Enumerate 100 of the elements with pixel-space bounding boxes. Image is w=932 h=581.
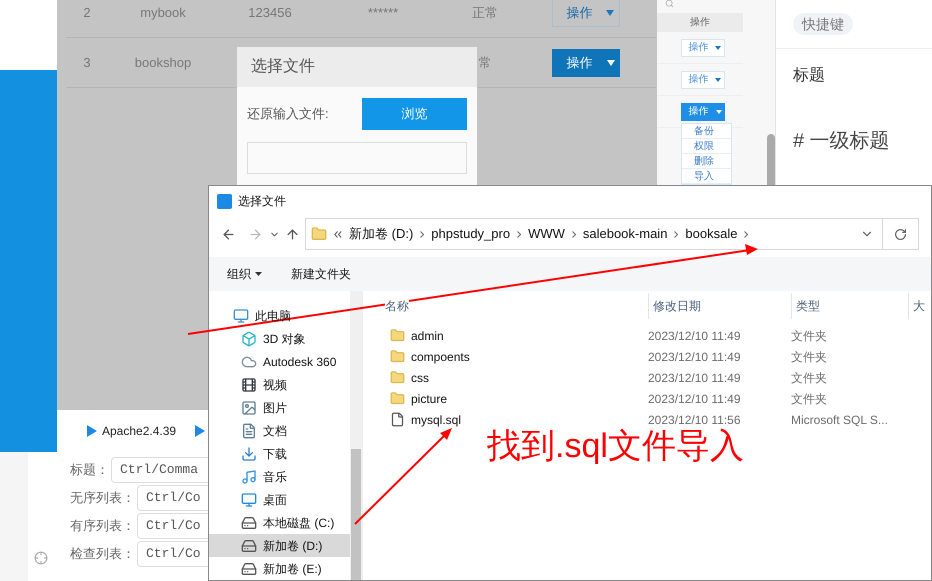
chevron-icon[interactable] [674, 230, 678, 238]
modified-date: 2023/12/10 11:49 [648, 348, 742, 366]
drive-icon [241, 514, 257, 531]
action-button[interactable]: 操作 [681, 70, 725, 88]
table-cell-text: 2 [82, 4, 92, 22]
breadcrumb[interactable]: booksale [685, 224, 738, 244]
drive-icon [241, 560, 257, 577]
cube-icon [241, 331, 257, 348]
caret-icon [607, 60, 615, 66]
nav-item[interactable]: 本地磁盘 (C:) [209, 511, 362, 534]
play-icon [195, 425, 206, 437]
folder-icon [390, 391, 405, 406]
file-type: Microsoft SQL S... [791, 412, 888, 428]
column-header[interactable]: 名称 [363, 293, 648, 319]
menu-item[interactable]: 备份 [682, 124, 731, 139]
nav-item[interactable]: 音乐 [209, 465, 362, 488]
file-type: 文件夹 [791, 390, 827, 408]
file-type: 文件夹 [791, 328, 827, 344]
caret-icon [606, 10, 614, 16]
refresh-icon [894, 228, 907, 240]
table-cell-text: 123456 [247, 4, 293, 22]
chevron-icon[interactable] [744, 230, 748, 238]
nav-item[interactable]: 新加卷 (E:) [209, 557, 362, 580]
organize-menu[interactable]: 组织 [227, 265, 262, 283]
action-button[interactable]: 操作 [681, 38, 725, 56]
back-icon[interactable] [221, 226, 236, 242]
image-icon [241, 400, 257, 416]
folder-icon [390, 349, 405, 364]
menu-item[interactable]: 导入 [682, 169, 731, 184]
folder-icon [311, 226, 327, 242]
column-header[interactable]: 修改日期 [648, 293, 791, 319]
chevron-icon[interactable] [572, 230, 576, 238]
nav-item[interactable]: Autodesk 360 [209, 350, 362, 374]
desktop-icon [241, 492, 257, 508]
caret-icon [716, 110, 722, 114]
file-type: 文件夹 [791, 348, 827, 366]
play-icon [87, 425, 97, 437]
dialog-title: 选择文件 [238, 193, 286, 210]
field-label: 还原输入文件: [247, 105, 330, 124]
nav-item[interactable]: 3D 对象 [209, 328, 362, 351]
nav-item[interactable]: 下载 [209, 442, 362, 466]
file-row[interactable]: picture 2023/12/10 11:49 文件夹 [363, 388, 931, 409]
download-icon [241, 446, 257, 462]
input-field[interactable] [247, 142, 467, 174]
shortcut-badge[interactable]: 快捷键 [793, 13, 853, 35]
heading-example: # 一级标题 [792, 129, 891, 154]
file-row[interactable]: compoents 2023/12/10 11:49 文件夹 [363, 346, 931, 367]
file-row[interactable]: mysql.sql 2023/12/10 11:56 Microsoft SQL S... [363, 409, 931, 430]
drive-icon [241, 538, 257, 554]
folder-icon [390, 370, 405, 385]
cloud-icon [241, 354, 257, 370]
action-button[interactable]: 操作 [552, 48, 620, 76]
menu-item[interactable]: 删除 [682, 154, 731, 169]
column-header[interactable]: 类型 [791, 293, 908, 319]
refresh-button[interactable] [883, 218, 919, 250]
nav-item[interactable]: 图片 [209, 396, 362, 420]
table-cell-text: mybook [139, 4, 187, 22]
caret-icon [715, 78, 721, 82]
film-icon [241, 377, 257, 394]
file-type: 文件夹 [791, 370, 827, 386]
breadcrumb[interactable]: salebook-main [582, 224, 668, 244]
file-row[interactable]: admin 2023/12/10 11:49 文件夹 [363, 325, 931, 346]
table-cell-text: 3 [82, 54, 92, 72]
address-bar[interactable]: 新加卷 (D:) phpstudy_pro WWW salebook-main booksale [305, 218, 883, 250]
file-name: compoents [411, 348, 470, 366]
doc-icon [241, 423, 257, 440]
column-header: 操作 [657, 13, 743, 32]
file-row[interactable]: css 2023/12/10 11:49 文件夹 [363, 367, 931, 388]
file-icon [390, 412, 405, 427]
file-name: css [411, 370, 429, 386]
nav-item[interactable]: 桌面 [209, 488, 362, 512]
menu-item[interactable]: 权限 [682, 139, 731, 154]
column-header[interactable]: 大 [908, 293, 931, 319]
shortcut-label: 检查列表： [70, 545, 135, 564]
search-icon [665, 0, 674, 8]
breadcrumb[interactable]: 新加卷 (D:) [349, 224, 414, 244]
table-cell-text: bookshop [134, 54, 192, 72]
modified-date: 2023/12/10 11:49 [648, 390, 742, 408]
sidebar-logo-area [0, 0, 57, 70]
pc-icon [233, 308, 249, 324]
modified-date: 2023/12/10 11:49 [648, 328, 742, 344]
nav-item[interactable]: 视频 [209, 374, 362, 397]
file-name: mysql.sql [411, 412, 462, 428]
folder-icon [390, 328, 405, 343]
server-item[interactable]: Apache2.4.39 [102, 422, 176, 440]
breadcrumb[interactable]: WWW [528, 224, 565, 244]
caret-icon [715, 46, 721, 50]
up-icon[interactable] [285, 226, 300, 242]
new-folder-button[interactable]: 新建文件夹 [291, 265, 351, 283]
caret-icon [255, 272, 262, 276]
file-name: admin [411, 328, 444, 344]
breadcrumb[interactable]: phpstudy_pro [431, 224, 510, 244]
double-chevron-icon[interactable] [334, 230, 342, 238]
chevron-icon[interactable] [420, 230, 424, 238]
music-icon [241, 468, 257, 485]
chevron-icon[interactable] [517, 230, 522, 238]
nav-item[interactable]: 文档 [209, 420, 362, 443]
status-cell-text: 正常 [471, 4, 499, 22]
modal-title: 选择文件 [251, 56, 315, 77]
modified-date: 2023/12/10 11:49 [648, 370, 742, 386]
